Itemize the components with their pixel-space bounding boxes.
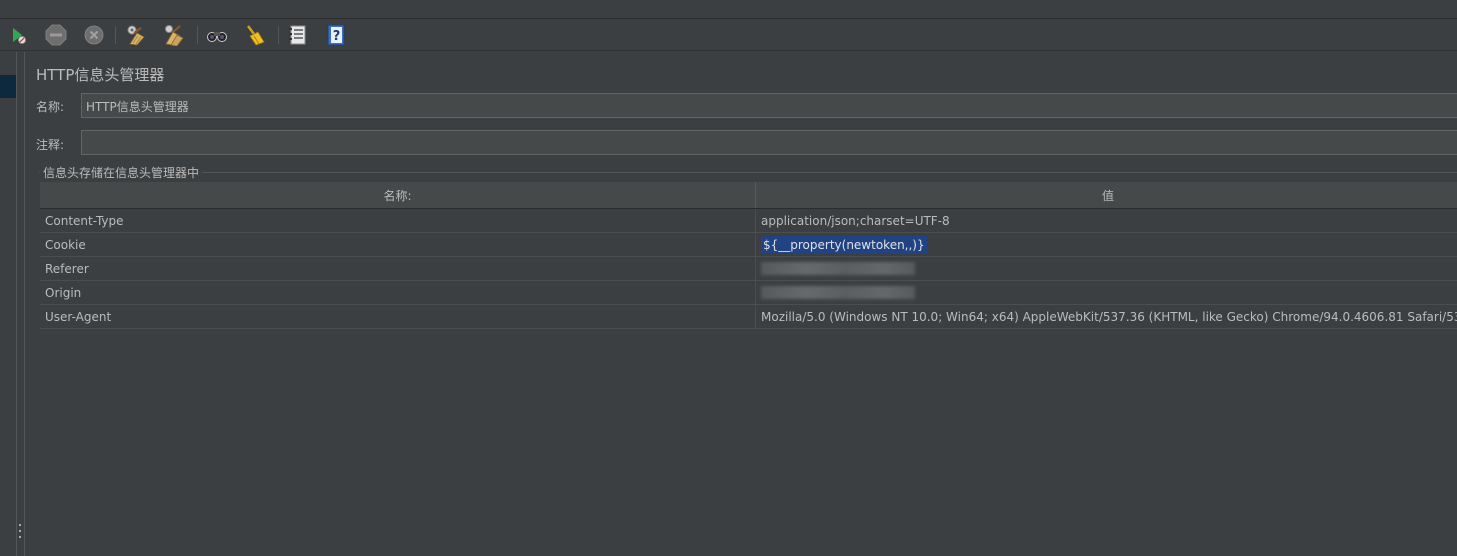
shutdown-button[interactable] xyxy=(82,23,106,47)
group-border xyxy=(39,172,1457,173)
tree-selected-item[interactable] xyxy=(0,75,16,98)
function-helper-button[interactable] xyxy=(286,23,310,47)
name-field[interactable]: HTTP信息头管理器 xyxy=(81,93,1457,118)
toolbar-separator xyxy=(115,26,116,44)
selected-value-text[interactable]: ${__property(newtoken,,)} xyxy=(761,235,927,254)
name-label: 名称: xyxy=(36,100,65,114)
header-name-cell[interactable]: Cookie xyxy=(40,233,756,256)
header-value-cell[interactable]: application/json;charset=UTF-8 xyxy=(756,209,1457,232)
headers-table: 名称: 值 Content-Type application/json;char… xyxy=(40,182,1457,329)
redacted-value xyxy=(761,262,915,275)
header-value-cell[interactable]: ${__property(newtoken,,)} xyxy=(756,233,1457,256)
table-row[interactable]: Origin xyxy=(40,281,1457,305)
header-value-cell[interactable] xyxy=(756,257,1457,280)
toolbar-separator xyxy=(278,26,279,44)
toolbar: ? xyxy=(0,20,1457,51)
broom-gear-icon xyxy=(127,25,145,46)
header-value-cell[interactable] xyxy=(756,281,1457,304)
toolbar-separator xyxy=(197,26,198,44)
svg-text:?: ? xyxy=(333,29,341,44)
clear-button[interactable] xyxy=(124,23,148,47)
help-button[interactable]: ? xyxy=(324,23,348,47)
broom-gear-all-icon xyxy=(165,25,184,46)
reset-search-button[interactable] xyxy=(243,23,267,47)
search-button[interactable] xyxy=(205,23,229,47)
header-name-cell[interactable]: Referer xyxy=(40,257,756,280)
split-pane-divider[interactable] xyxy=(16,52,25,556)
clear-all-button[interactable] xyxy=(162,23,186,47)
splitter-grip-icon[interactable] xyxy=(18,524,22,538)
group-title: 信息头存储在信息头管理器中 xyxy=(40,164,203,181)
stop-icon xyxy=(45,24,67,46)
header-name-cell[interactable]: Content-Type xyxy=(40,209,756,232)
header-value-cell[interactable]: Mozilla/5.0 (Windows NT 10.0; Win64; x64… xyxy=(756,305,1457,328)
table-row[interactable]: Content-Type application/json;charset=UT… xyxy=(40,209,1457,233)
play-no-pause-icon xyxy=(13,28,26,44)
table-row[interactable]: Cookie ${__property(newtoken,,)} xyxy=(40,233,1457,257)
header-name-cell[interactable]: Origin xyxy=(40,281,756,304)
help-book-icon: ? xyxy=(327,24,345,46)
table-row[interactable]: Referer xyxy=(40,257,1457,281)
start-no-pauses-button[interactable] xyxy=(6,23,30,47)
column-header-name[interactable]: 名称: xyxy=(40,182,756,208)
redacted-value xyxy=(761,286,915,299)
tree-pane xyxy=(0,52,16,556)
binoculars-icon xyxy=(207,32,227,42)
table-header: 名称: 值 xyxy=(40,182,1457,209)
page-title: HTTP信息头管理器 xyxy=(36,66,165,84)
name-field-value: HTTP信息头管理器 xyxy=(86,100,189,114)
column-header-value[interactable]: 值 xyxy=(756,182,1457,208)
comment-label: 注释: xyxy=(36,138,65,152)
title-strip xyxy=(0,0,1457,19)
header-manager-panel: HTTP信息头管理器 名称: HTTP信息头管理器 注释: 信息头存储在信息头管… xyxy=(26,52,1457,556)
header-name-cell[interactable]: User-Agent xyxy=(40,305,756,328)
stop-button[interactable] xyxy=(44,23,68,47)
shutdown-icon xyxy=(84,25,104,45)
comment-field[interactable] xyxy=(81,130,1457,155)
broom-icon xyxy=(247,25,265,46)
list-icon xyxy=(289,25,306,45)
table-row[interactable]: User-Agent Mozilla/5.0 (Windows NT 10.0;… xyxy=(40,305,1457,329)
